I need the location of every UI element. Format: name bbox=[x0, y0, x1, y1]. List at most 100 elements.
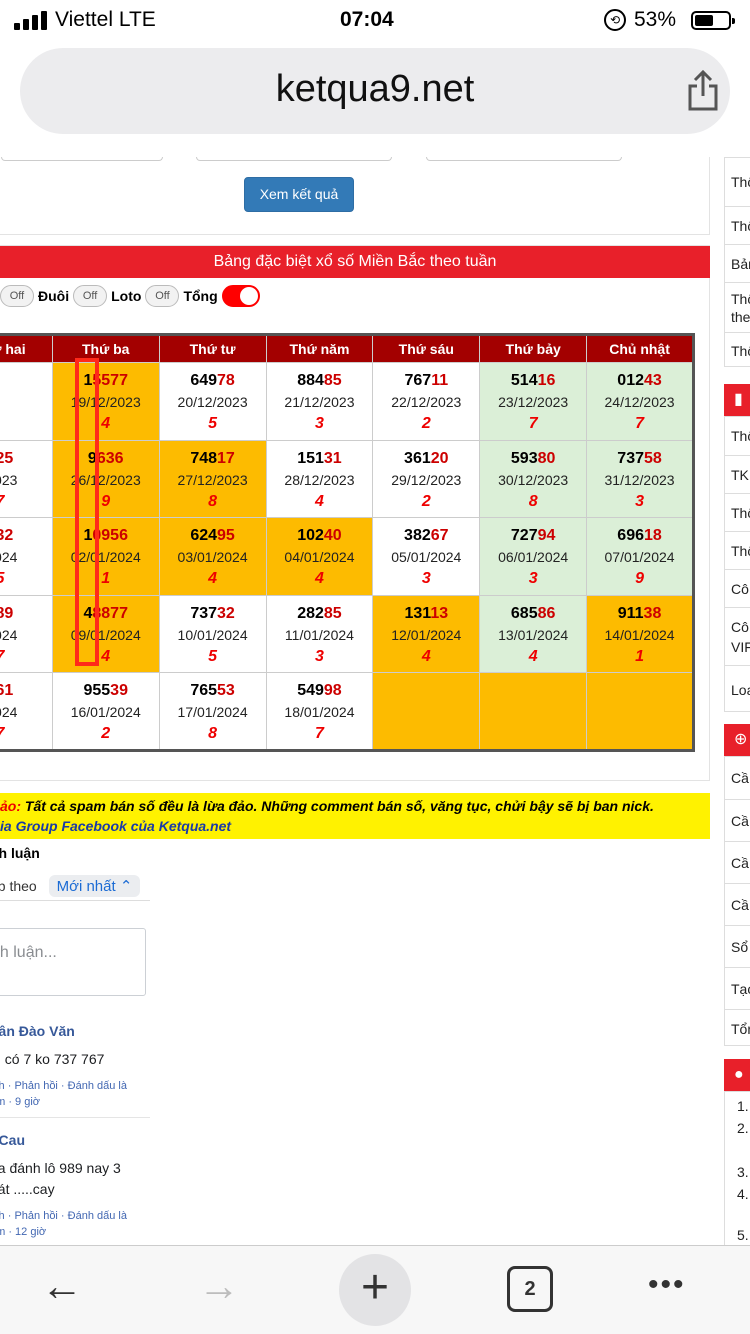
result-date: 14/01/2024 bbox=[604, 626, 675, 643]
result-sum: 4 bbox=[101, 647, 111, 665]
day-header: Chủ nhật bbox=[586, 334, 694, 363]
number-tail: 67 bbox=[430, 527, 449, 544]
result-cell: 032/2024 5 bbox=[0, 517, 53, 596]
forward-arrow-icon[interactable]: → bbox=[195, 1265, 243, 1310]
sort-dropdown[interactable]: Mới nhất ⌃ bbox=[48, 875, 141, 897]
number-prefix: 593 bbox=[510, 449, 538, 467]
tabs-button[interactable]: 2 bbox=[507, 1266, 553, 1312]
result-number: 01243 bbox=[587, 371, 692, 391]
result-sum: 2 bbox=[421, 415, 431, 432]
day-header: Thứ bảy bbox=[479, 334, 588, 363]
result-date: 11/01/2024 bbox=[284, 626, 354, 643]
count-field[interactable] bbox=[426, 157, 622, 161]
more-dots-icon[interactable]: ••• bbox=[648, 1268, 686, 1302]
sidebar-link[interactable]: Thố bbox=[725, 158, 750, 206]
result-date: 30/12/2023 bbox=[498, 471, 569, 488]
panel-title: Bảng đặc biệt xổ số Miền Bắc theo tuần bbox=[0, 246, 710, 278]
result-date: 02/01/2024 bbox=[70, 549, 141, 565]
result-sum: 4 bbox=[208, 570, 218, 587]
result-date: 09/01/2024 bbox=[70, 626, 141, 643]
number-tail: 225 bbox=[0, 449, 14, 467]
number-tail: 98 bbox=[323, 682, 342, 699]
sidebar-group-3: Cầ Cầ Cầ Cầ Sổ Tạo Tổn bbox=[724, 756, 750, 1046]
sidebar-link[interactable]: Cầ bbox=[725, 799, 750, 841]
number-tail: 40 bbox=[323, 527, 342, 544]
view-results-button[interactable]: Xem kết quả bbox=[244, 177, 354, 212]
sidebar-link[interactable]: Cô bbox=[725, 569, 750, 607]
sidebar-link[interactable]: Sổ bbox=[725, 925, 750, 967]
battery-icon bbox=[691, 11, 735, 30]
comment-time[interactable]: am · 12 giờ bbox=[0, 1226, 46, 1238]
new-tab-plus-icon[interactable]: + bbox=[339, 1254, 411, 1326]
number-prefix: 765 bbox=[190, 682, 218, 699]
toggle-switch-on[interactable] bbox=[221, 285, 260, 307]
sidebar-link[interactable]: Thố the bbox=[725, 282, 750, 332]
sidebar-link[interactable]: Thố bbox=[725, 206, 750, 244]
sidebar-link[interactable]: Cầ bbox=[725, 841, 750, 883]
comment-actions[interactable]: ích · Phản hồi · Đánh dấu là bbox=[0, 1080, 127, 1092]
number-tail: 13 bbox=[430, 604, 449, 622]
sort-row: ếp theo Mới nhất ⌃ bbox=[0, 875, 141, 897]
sidebar-link[interactable]: Loa bbox=[725, 665, 750, 713]
back-arrow-icon[interactable]: ← bbox=[38, 1265, 86, 1310]
result-number: 10956 bbox=[53, 526, 159, 546]
date-field[interactable] bbox=[1, 157, 163, 161]
browser-toolbar: ← → + 2 ••• bbox=[0, 1245, 750, 1334]
number-tail: 85 bbox=[323, 372, 342, 389]
result-number: 69618 bbox=[587, 526, 692, 546]
number-prefix: 382 bbox=[404, 527, 431, 544]
share-icon[interactable] bbox=[687, 68, 719, 112]
sidebar-link[interactable]: Cô VIF bbox=[725, 607, 750, 665]
province-field[interactable] bbox=[196, 157, 392, 161]
result-cell: 73732 10/01/2024 5 bbox=[158, 594, 267, 673]
result-cell: 28285 11/01/2024 3 bbox=[265, 594, 374, 673]
result-date: 24/12/2023 bbox=[604, 394, 675, 410]
sidebar-link[interactable]: Bản bbox=[725, 244, 750, 282]
result-sum: 8 bbox=[528, 492, 538, 510]
result-cell: 10240 04/01/2024 4 bbox=[265, 517, 374, 596]
sidebar-link[interactable]: Thố bbox=[725, 332, 750, 368]
toggle-tong[interactable]: Off bbox=[145, 285, 180, 307]
result-sum: 5 bbox=[208, 415, 218, 432]
comment-actions[interactable]: ích · Phản hồi · Đánh dấu là bbox=[0, 1210, 127, 1222]
sidebar-link[interactable]: TK bbox=[725, 455, 750, 493]
toggle-duoi[interactable]: Off bbox=[0, 285, 34, 307]
address-bar[interactable]: ketqua9.net bbox=[20, 48, 730, 134]
result-cell bbox=[586, 672, 694, 751]
day-header: Thứ ba bbox=[51, 334, 160, 363]
sidebar-link[interactable]: Thố bbox=[725, 531, 750, 569]
url-text[interactable]: ketqua9.net bbox=[20, 68, 730, 111]
sidebar-link[interactable]: Cầ bbox=[725, 757, 750, 799]
sidebar-link[interactable]: Tạo bbox=[725, 967, 750, 1009]
number-prefix: 151 bbox=[297, 449, 324, 467]
sidebar-link[interactable]: Cầ bbox=[725, 883, 750, 925]
result-number: 76553 bbox=[160, 681, 266, 701]
toggle-duoi-label: Đuôi bbox=[38, 288, 70, 304]
comment-author[interactable]: : Cau bbox=[0, 1132, 155, 1148]
comment-time[interactable]: am · 9 giờ bbox=[0, 1096, 40, 1108]
result-cell: 15131 28/12/2023 4 bbox=[265, 439, 374, 518]
comment-input[interactable]: nh luận... bbox=[0, 928, 146, 996]
number-tail: 20 bbox=[430, 449, 449, 467]
result-sum: 4 bbox=[421, 647, 431, 665]
result-date: 10/01/2024 bbox=[177, 626, 248, 643]
sidebar-link[interactable]: Tổn bbox=[725, 1009, 750, 1047]
number-tail: 86 bbox=[537, 604, 556, 622]
toggle-loto[interactable]: Off bbox=[73, 285, 108, 307]
notice-banner: ảo: Tất cả spam bán số đều là lừa đảo. N… bbox=[0, 793, 710, 839]
result-sum: 5 bbox=[208, 647, 218, 665]
week-row: 15577 19/12/2023 4 64978 20/12/2023 5 88485 21/… bbox=[0, 362, 694, 441]
number-tail: 80 bbox=[537, 449, 556, 467]
sidebar-link[interactable]: Thố bbox=[725, 493, 750, 531]
result-number: 032 bbox=[0, 526, 52, 546]
result-cell: 64978 20/12/2023 5 bbox=[158, 362, 267, 441]
chart-icon: ▮ bbox=[724, 384, 750, 416]
facebook-group-link[interactable]: ia Group Facebook của Ketqua.net bbox=[0, 816, 710, 836]
result-date: 12/01/2024 bbox=[391, 626, 462, 643]
number-prefix: 361 bbox=[404, 449, 431, 467]
sidebar-link[interactable]: Thố bbox=[725, 417, 750, 455]
comment-author[interactable]: uân Đào Văn bbox=[0, 1023, 155, 1039]
result-date: 26/12/2023 bbox=[70, 471, 141, 488]
number-prefix: 282 bbox=[297, 604, 324, 622]
number-prefix: 955 bbox=[83, 682, 111, 699]
